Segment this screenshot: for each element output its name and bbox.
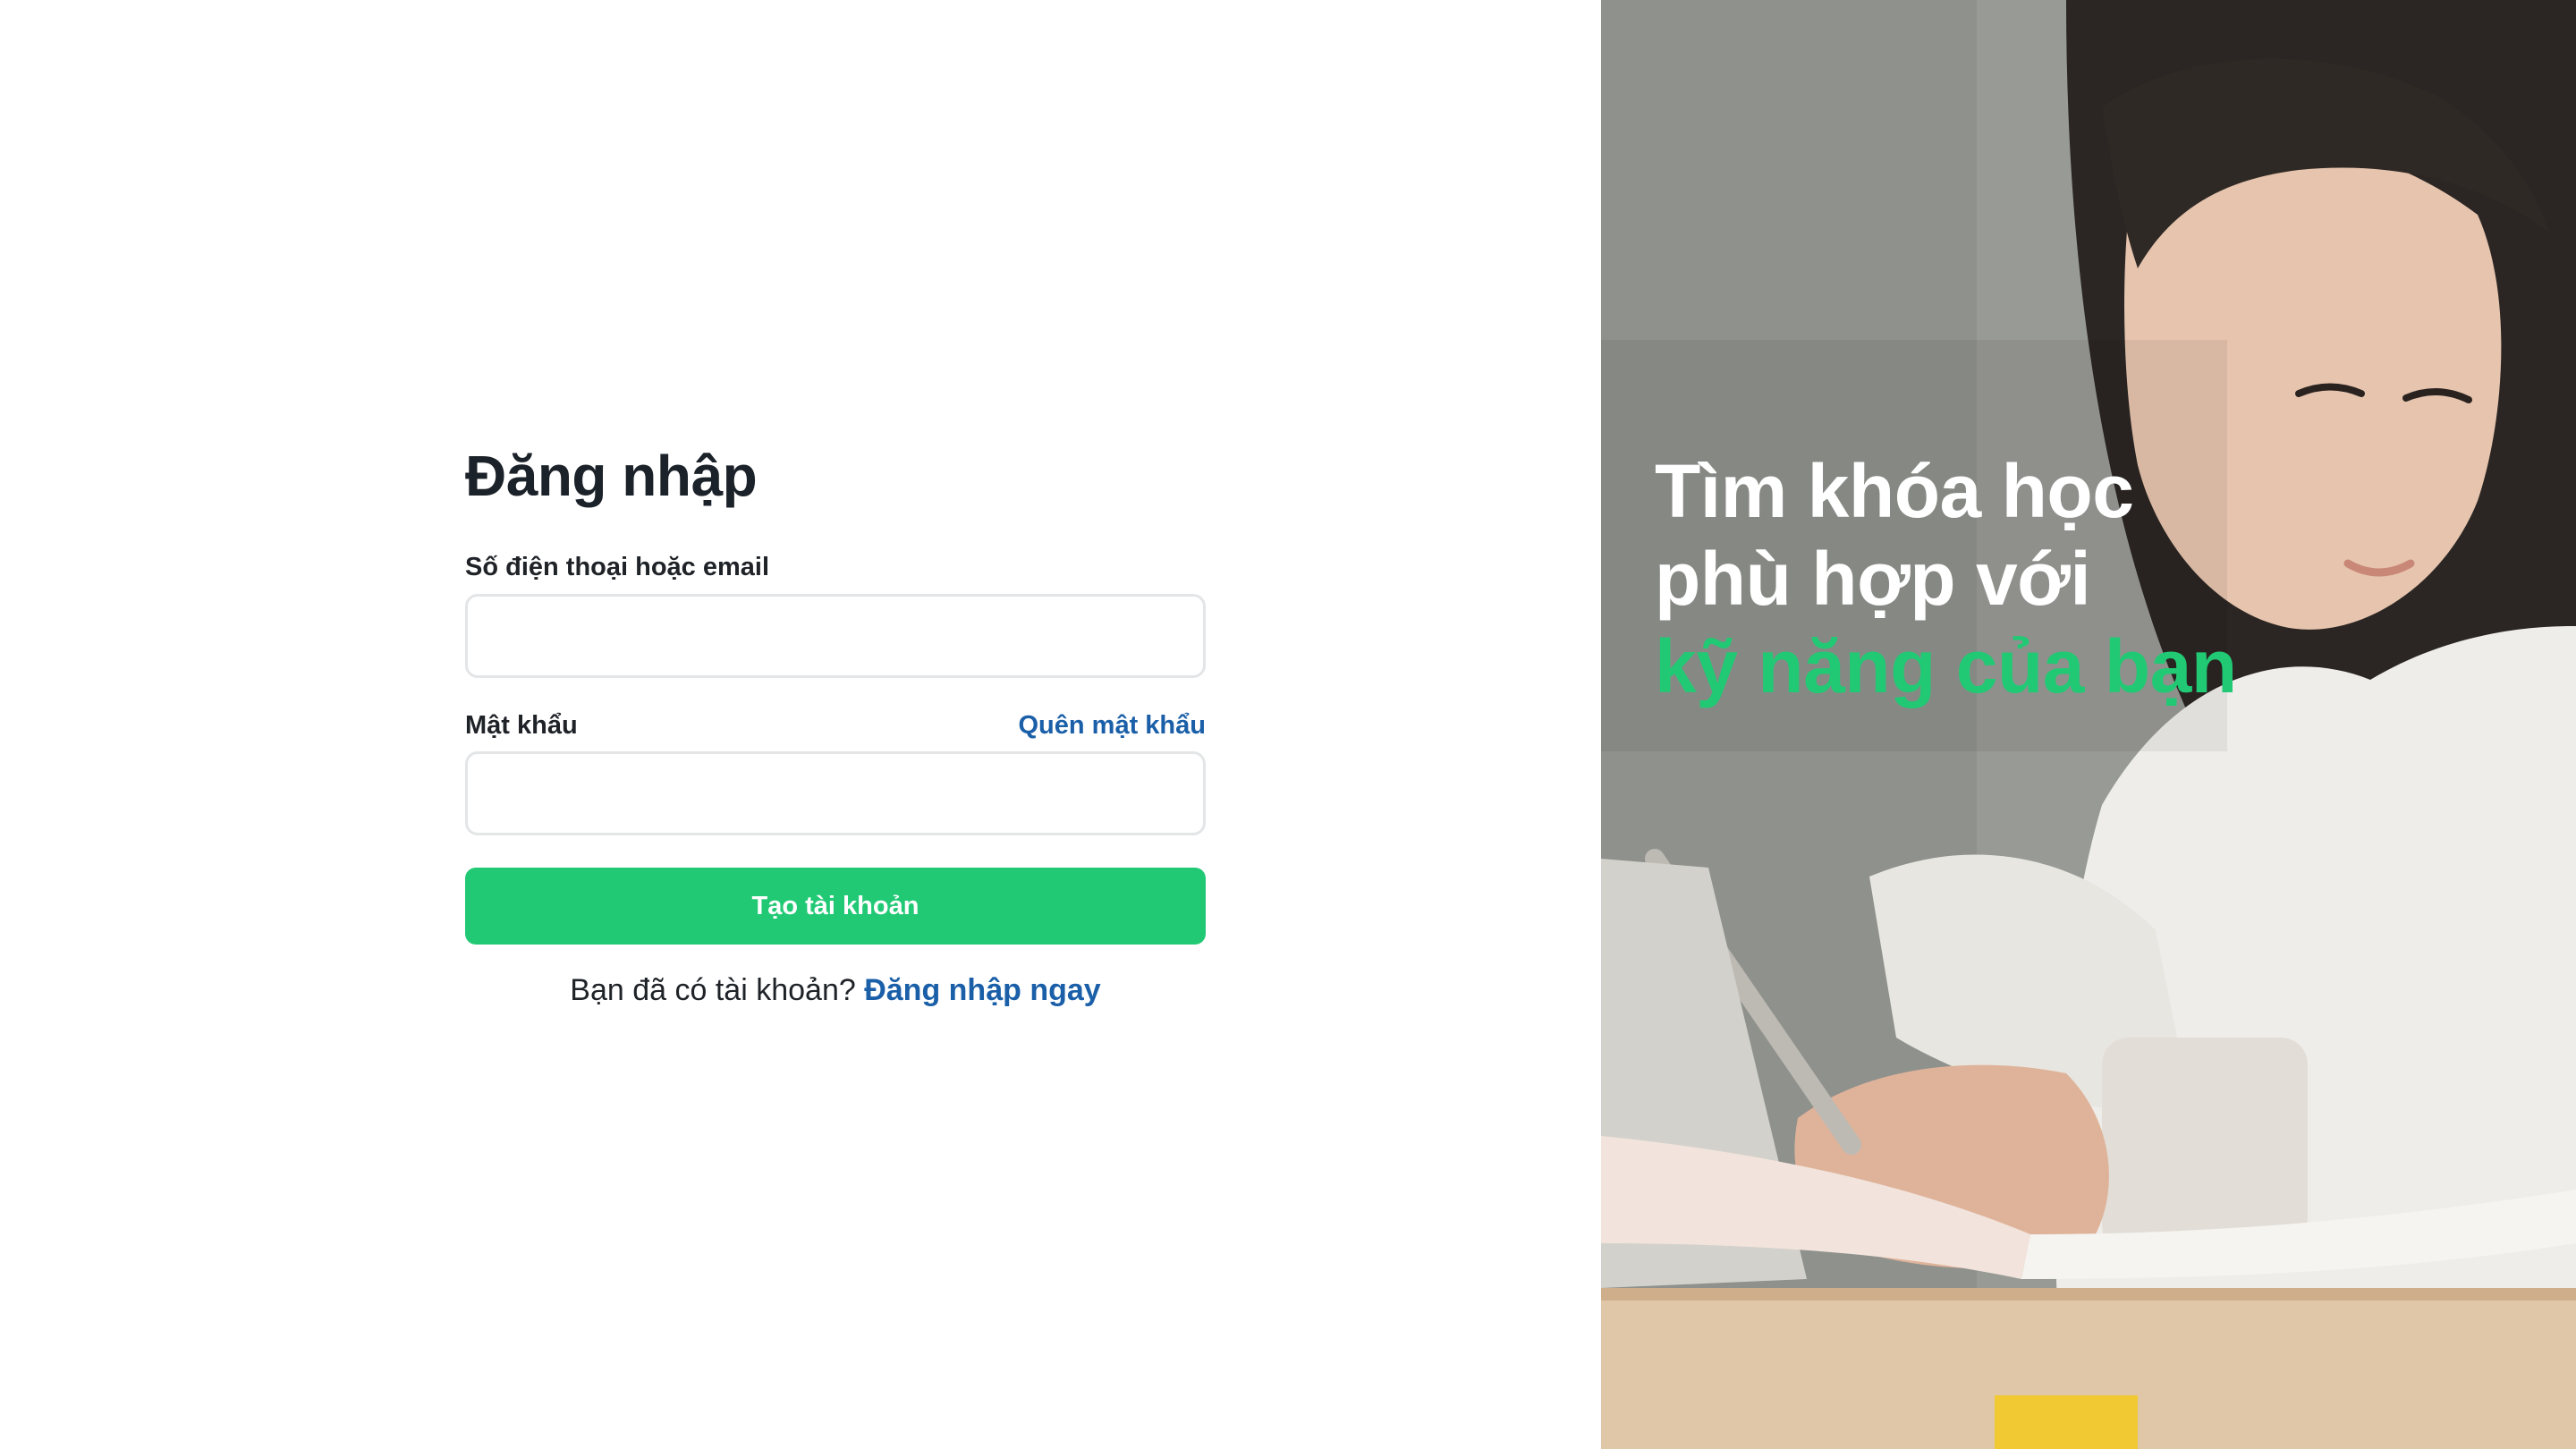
hero-photo-illustration bbox=[1601, 0, 2576, 1449]
hero-line-3: kỹ năng của bạn bbox=[1655, 624, 2237, 708]
login-panel: Đăng nhập Số điện thoại hoặc email Mật k… bbox=[0, 0, 1601, 1449]
hero-image-panel: Tìm khóa học phù hợp với kỹ năng của bạn bbox=[1601, 0, 2576, 1449]
password-label-row: Mật khẩu Quên mật khẩu bbox=[465, 708, 1206, 743]
page-title: Đăng nhập bbox=[465, 444, 758, 508]
login-prompt: Bạn đã có tài khoản? Đăng nhập ngay bbox=[465, 973, 1206, 1008]
email-field[interactable] bbox=[465, 594, 1206, 678]
forgot-password-link[interactable]: Quên mật khẩu bbox=[1019, 711, 1207, 741]
password-field-label: Mật khẩu bbox=[465, 711, 578, 740]
hero-headline: Tìm khóa học phù hợp với kỹ năng của bạn bbox=[1655, 447, 2549, 710]
hero-line-2: phù hợp với bbox=[1655, 537, 2091, 621]
account-prompt-text: Bạn đã có tài khoản? bbox=[570, 973, 856, 1007]
login-form: Đăng nhập Số điện thoại hoặc email Mật k… bbox=[465, 436, 1206, 1007]
login-page: Đăng nhập Số điện thoại hoặc email Mật k… bbox=[0, 0, 2576, 1449]
login-now-link[interactable]: Đăng nhập ngay bbox=[864, 973, 1100, 1007]
hero-line-1: Tìm khóa học bbox=[1655, 449, 2134, 533]
create-account-button[interactable]: Tạo tài khoản bbox=[465, 868, 1206, 945]
email-field-label: Số điện thoại hoặc email bbox=[465, 553, 770, 581]
password-field[interactable] bbox=[465, 751, 1206, 835]
